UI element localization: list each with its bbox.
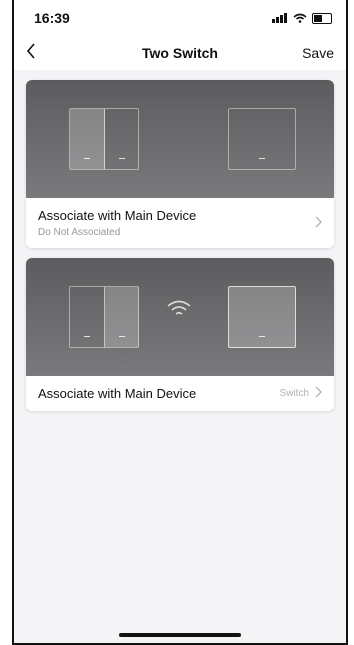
two-gang-switch-panel <box>69 286 139 348</box>
associated-device-value: Switch <box>279 387 309 399</box>
wifi-status-icon <box>293 13 307 23</box>
associate-title: Associate with Main Device <box>38 385 197 401</box>
switch-illustration-2 <box>26 258 334 376</box>
back-button[interactable] <box>26 42 50 65</box>
associate-title: Associate with Main Device <box>38 208 197 223</box>
home-indicator[interactable] <box>119 633 241 637</box>
page-title: Two Switch <box>142 45 218 61</box>
associate-row-1[interactable]: Associate with Main Device Do Not Associ… <box>26 198 334 248</box>
main-device-gang <box>229 287 295 347</box>
switch-illustration-1 <box>26 80 334 198</box>
associate-status: Do Not Associated <box>38 227 121 238</box>
switch-gang-right <box>105 287 139 347</box>
main-device-panel <box>228 108 296 170</box>
chevron-left-icon <box>26 42 35 59</box>
device-card-2: Associate with Main Device Switch <box>26 258 334 411</box>
phone-screen: 16:39 Two Switch Save Associate with Mai… <box>12 0 348 645</box>
associate-row-2[interactable]: Associate with Main Device Switch <box>26 376 334 411</box>
switch-gang-right <box>105 109 139 169</box>
save-button[interactable]: Save <box>302 45 334 61</box>
chevron-right-icon <box>315 215 322 231</box>
switch-gang-left <box>70 287 105 347</box>
device-card-1: Associate with Main Device Do Not Associ… <box>26 80 334 248</box>
cellular-signal-icon <box>272 13 287 23</box>
status-icons <box>272 12 332 24</box>
associate-value-group: Switch <box>280 385 322 401</box>
battery-icon <box>312 12 332 24</box>
two-gang-switch-panel <box>69 108 139 170</box>
wireless-link-icon <box>167 300 191 315</box>
main-device-gang <box>229 109 295 169</box>
status-time: 16:39 <box>34 10 70 26</box>
main-device-panel <box>228 286 296 348</box>
switch-gang-left <box>70 109 105 169</box>
chevron-right-icon <box>315 385 322 401</box>
status-bar: 16:39 <box>14 0 346 36</box>
nav-bar: Two Switch Save <box>14 36 346 70</box>
